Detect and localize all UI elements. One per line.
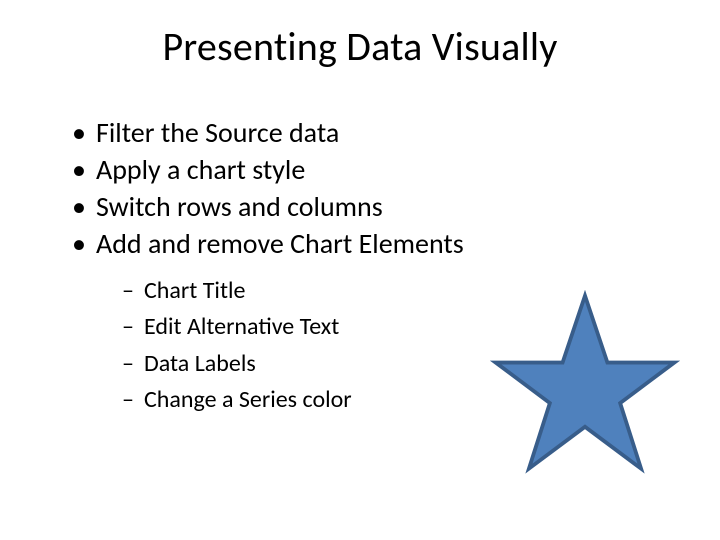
bullet-item: Filter the Source data [66,115,680,150]
sub-bullet-text: Change a Series color [144,385,352,414]
bullet-list: Filter the Source data Apply a chart sty… [66,115,680,261]
sub-bullet-text: Data Labels [144,349,256,378]
bullet-text: Add and remove Chart Elements [96,226,464,261]
bullet-text: Filter the Source data [96,115,339,150]
slide-title: Presenting Data Visually [0,22,720,71]
slide: Presenting Data Visually Filter the Sour… [0,0,720,540]
bullet-item: Apply a chart style [66,152,680,187]
bullet-item: Add and remove Chart Elements [66,226,680,261]
star-icon [490,290,680,480]
bullet-text: Switch rows and columns [96,189,383,224]
bullet-item: Switch rows and columns [66,189,680,224]
bullet-text: Apply a chart style [96,152,305,187]
sub-bullet-text: Edit Alternative Text [144,312,339,341]
sub-bullet-text: Chart Title [144,276,245,305]
